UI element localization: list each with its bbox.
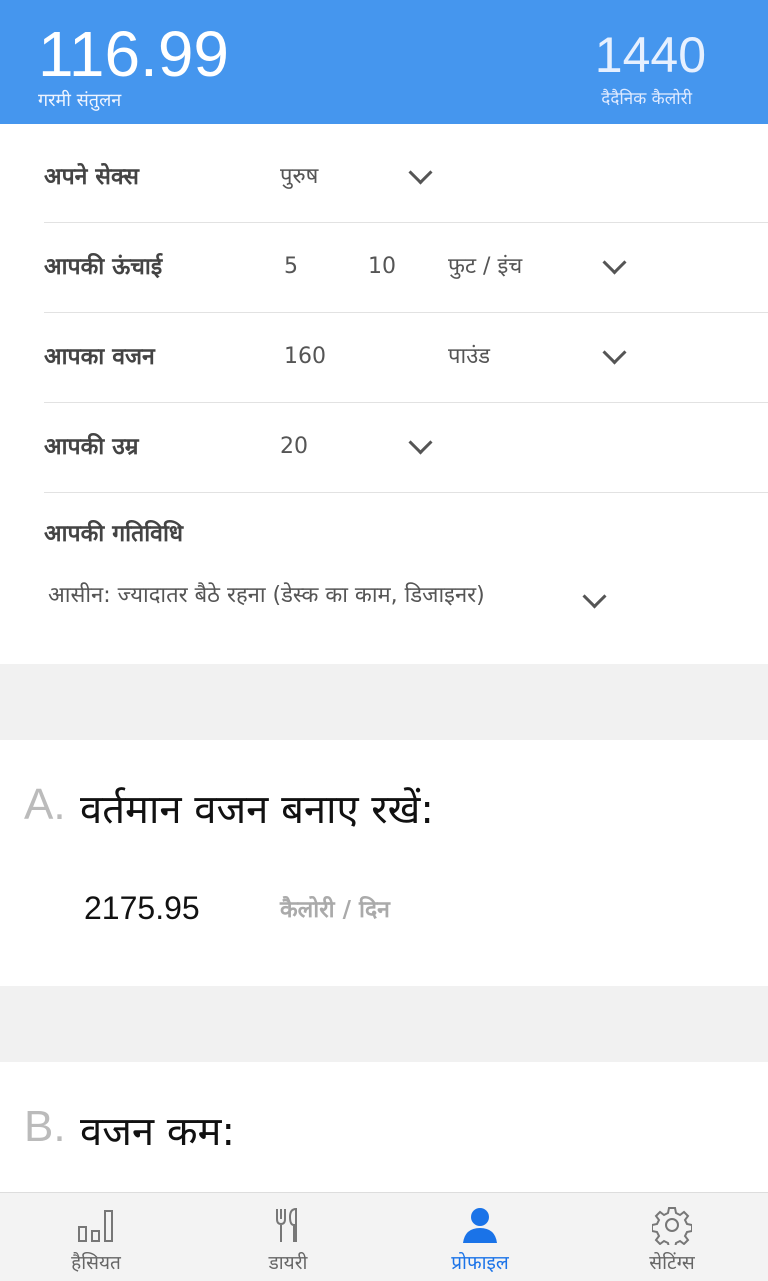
daily-calories-label: दैदैनिक कैलोरी bbox=[601, 89, 692, 109]
tab-profile[interactable]: प्रोफाइल bbox=[384, 1193, 576, 1281]
lose-weight-card: B. वजन कम: bbox=[0, 1062, 768, 1192]
chevron-down-icon[interactable] bbox=[602, 250, 627, 275]
weight-input[interactable]: 160 bbox=[284, 312, 326, 402]
fork-knife-icon bbox=[276, 1207, 297, 1242]
section-letter: A. bbox=[24, 780, 66, 829]
sex-select[interactable]: पुरुष bbox=[280, 132, 318, 222]
tab-status[interactable]: हैसियत bbox=[0, 1193, 192, 1281]
tab-label: सेटिंग्स bbox=[649, 1252, 695, 1274]
tab-settings[interactable]: सेटिंग्स bbox=[576, 1193, 768, 1281]
chevron-down-icon[interactable] bbox=[408, 430, 433, 455]
user-icon bbox=[463, 1208, 497, 1243]
bar-chart-icon bbox=[78, 1210, 113, 1242]
tab-label: प्रोफाइल bbox=[451, 1252, 509, 1274]
height-feet-input[interactable]: 5 bbox=[284, 222, 298, 312]
heat-balance-value: 116.99 bbox=[38, 18, 229, 90]
height-label: आपकी ऊंचाई bbox=[44, 254, 163, 280]
sex-row[interactable]: अपने सेक्स पुरुष bbox=[44, 132, 768, 223]
chevron-down-icon[interactable] bbox=[602, 340, 627, 365]
activity-label: आपकी गतिविधि bbox=[44, 521, 184, 547]
daily-calories-value: 1440 bbox=[594, 27, 706, 83]
height-unit-select[interactable]: फुट / इंच bbox=[448, 222, 522, 312]
sex-label: अपने सेक्स bbox=[44, 164, 139, 190]
heat-balance-label: गरमी संतुलन bbox=[38, 90, 122, 111]
age-select[interactable]: 20 bbox=[280, 402, 308, 492]
activity-select[interactable]: आसीन: ज्यादातर बैठे रहना (डेस्क का काम, … bbox=[48, 579, 485, 609]
height-inches-input[interactable]: 10 bbox=[368, 222, 396, 312]
height-row: आपकी ऊंचाई 5 10 फुट / इंच bbox=[44, 222, 768, 313]
maintain-weight-card: A. वर्तमान वजन बनाए रखें: 2175.95 कैलोरी… bbox=[0, 740, 768, 986]
tab-diary[interactable]: डायरी bbox=[192, 1193, 384, 1281]
weight-unit-select[interactable]: पाउंड bbox=[448, 312, 490, 402]
tab-label: डायरी bbox=[268, 1252, 308, 1274]
chevron-down-icon[interactable] bbox=[408, 160, 433, 185]
gear-icon bbox=[652, 1207, 692, 1245]
calories-value: 2175.95 bbox=[84, 890, 200, 926]
age-label: आपकी उम्र bbox=[44, 434, 139, 460]
section-letter: B. bbox=[24, 1102, 66, 1151]
bottom-tab-bar: हैसियत डायरी प्रोफाइल सेटिंग्स bbox=[0, 1192, 768, 1281]
weight-label: आपका वजन bbox=[44, 344, 155, 370]
profile-form: अपने सेक्स पुरुष आपकी ऊंचाई 5 10 फुट / इ… bbox=[0, 124, 768, 664]
age-row[interactable]: आपकी उम्र 20 bbox=[44, 402, 768, 493]
weight-row: आपका वजन 160 पाउंड bbox=[44, 312, 768, 403]
section-title: वर्तमान वजन बनाए रखें: bbox=[80, 787, 434, 833]
tab-label: हैसियत bbox=[71, 1252, 121, 1274]
chevron-down-icon[interactable] bbox=[582, 584, 607, 609]
calories-unit: कैलोरी / दिन bbox=[280, 897, 390, 923]
header-bar: 116.99 गरमी संतुलन 1440 दैदैनिक कैलोरी bbox=[0, 0, 768, 124]
section-title: वजन कम: bbox=[80, 1109, 235, 1155]
